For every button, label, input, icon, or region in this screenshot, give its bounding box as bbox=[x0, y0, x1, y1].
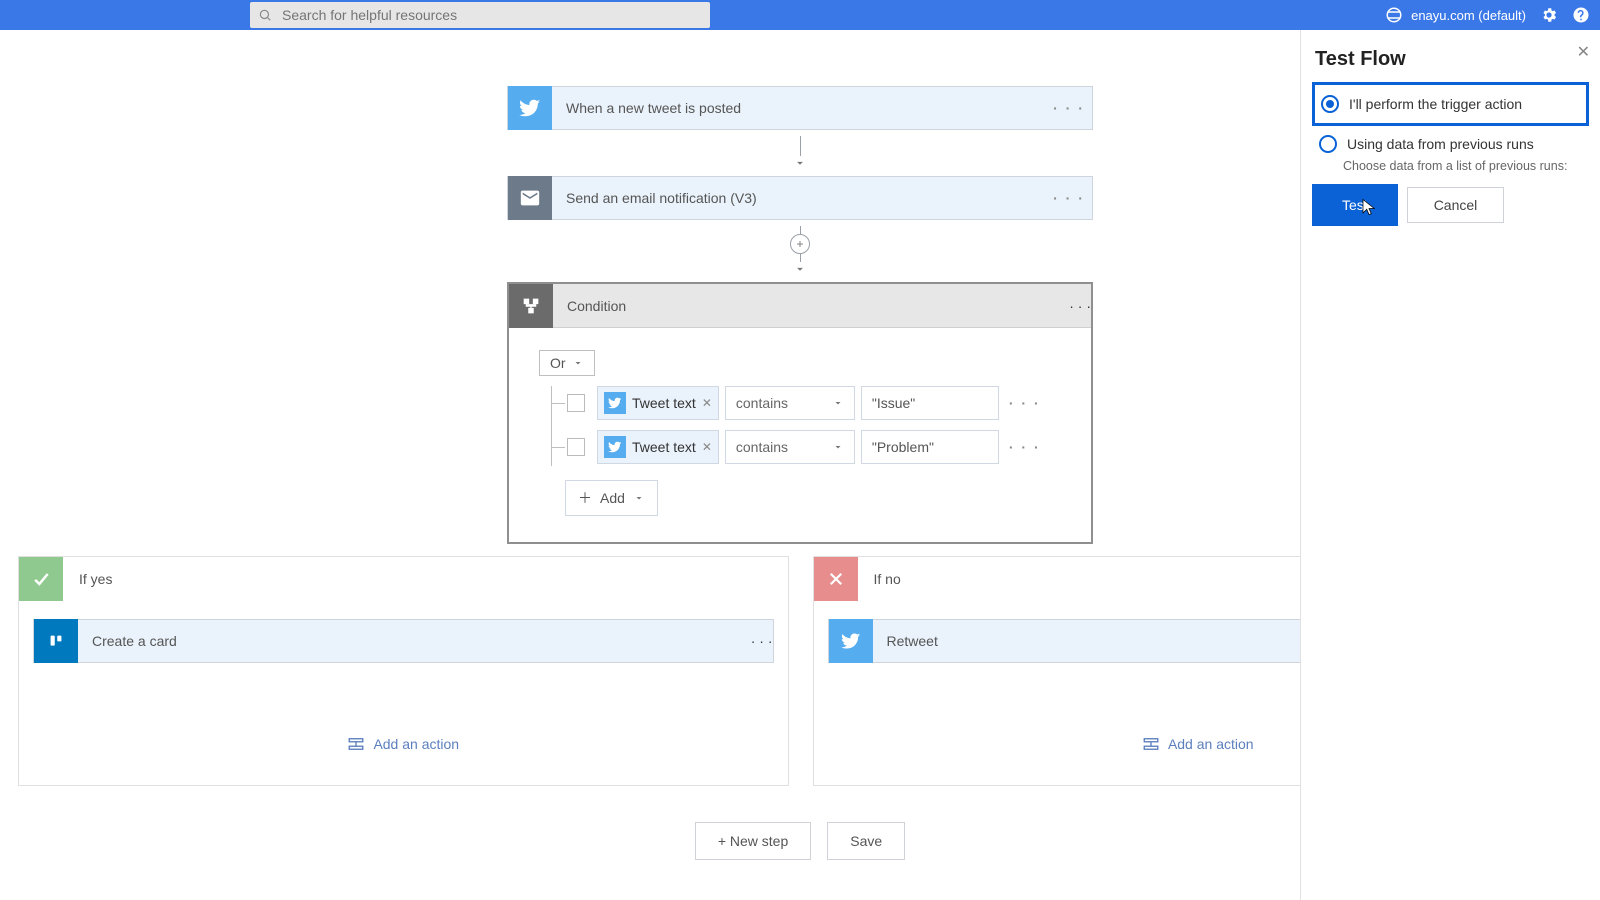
cross-icon bbox=[814, 557, 858, 601]
operator-dropdown[interactable]: contains bbox=[725, 430, 855, 464]
environment-label: enayu.com (default) bbox=[1411, 8, 1526, 23]
top-bar: enayu.com (default) bbox=[0, 0, 1600, 30]
condition-card[interactable]: Condition · · · Or Tweet text ✕ bbox=[507, 282, 1093, 544]
if-no-label: If no bbox=[858, 571, 901, 587]
save-button[interactable]: Save bbox=[827, 822, 905, 860]
group-operator-label: Or bbox=[550, 355, 566, 371]
twitter-icon bbox=[604, 392, 626, 414]
yes-action-title: Create a card bbox=[78, 633, 751, 649]
value-text: "Issue" bbox=[872, 395, 915, 411]
panel-title: Test Flow bbox=[1315, 48, 1586, 71]
chevron-down-icon bbox=[832, 441, 844, 453]
condition-row: Tweet text ✕ contains "Issue" · · · bbox=[539, 386, 1061, 420]
search-input[interactable] bbox=[280, 6, 702, 24]
token-label: Tweet text bbox=[632, 439, 696, 455]
radio-option-previous[interactable]: Using data from previous runs bbox=[1315, 129, 1586, 159]
twitter-icon bbox=[829, 619, 873, 663]
operator-dropdown[interactable]: contains bbox=[725, 386, 855, 420]
twitter-icon bbox=[508, 86, 552, 130]
radio-label: I'll perform the trigger action bbox=[1349, 96, 1522, 112]
mail-icon bbox=[508, 176, 552, 220]
search-icon bbox=[258, 8, 272, 22]
test-flow-panel: ✕ Test Flow I'll perform the trigger act… bbox=[1300, 30, 1600, 900]
yes-action-card[interactable]: Create a card · · · bbox=[33, 619, 774, 663]
if-yes-branch: If yes Create a card · · · Add an action bbox=[18, 556, 789, 786]
check-icon bbox=[19, 557, 63, 601]
card-more-icon[interactable]: · · · bbox=[1046, 190, 1092, 206]
flow-arrow bbox=[507, 136, 1093, 170]
card-more-icon[interactable]: · · · bbox=[1069, 298, 1091, 314]
radio-label: Using data from previous runs bbox=[1347, 136, 1534, 152]
add-action-icon bbox=[347, 735, 365, 753]
settings-icon[interactable] bbox=[1540, 6, 1558, 24]
add-label: Add bbox=[600, 490, 625, 506]
radio-icon bbox=[1319, 135, 1337, 153]
trigger-title: When a new tweet is posted bbox=[552, 100, 1046, 116]
condition-icon bbox=[509, 284, 553, 328]
card-more-icon[interactable]: · · · bbox=[751, 633, 773, 649]
radio-option-manual[interactable]: I'll perform the trigger action bbox=[1317, 89, 1584, 119]
chevron-down-icon bbox=[832, 397, 844, 409]
value-text: "Problem" bbox=[872, 439, 934, 455]
trigger-card[interactable]: When a new tweet is posted · · · bbox=[507, 86, 1093, 130]
environment-icon bbox=[1385, 6, 1403, 24]
condition-title: Condition bbox=[553, 298, 626, 314]
row-checkbox[interactable] bbox=[567, 438, 585, 456]
help-icon[interactable] bbox=[1572, 6, 1590, 24]
search-box[interactable] bbox=[250, 2, 710, 28]
insert-step-button[interactable]: + bbox=[790, 234, 810, 254]
environment-picker[interactable]: enayu.com (default) bbox=[1385, 6, 1526, 24]
condition-row: Tweet text ✕ contains "Problem" · · · bbox=[539, 430, 1061, 464]
if-yes-label: If yes bbox=[63, 571, 112, 587]
test-button[interactable]: Test bbox=[1315, 187, 1395, 223]
cancel-button[interactable]: Cancel bbox=[1407, 187, 1505, 223]
radio-hint: Choose data from a list of previous runs… bbox=[1343, 159, 1586, 173]
group-operator-dropdown[interactable]: Or bbox=[539, 350, 595, 376]
radio-icon bbox=[1321, 95, 1339, 113]
action-title: Send an email notification (V3) bbox=[552, 190, 1046, 206]
value-input[interactable]: "Issue" bbox=[861, 386, 999, 420]
dynamic-token[interactable]: Tweet text ✕ bbox=[597, 386, 719, 420]
action-card-email[interactable]: Send an email notification (V3) · · · bbox=[507, 176, 1093, 220]
add-condition-button[interactable]: ＋ Add bbox=[565, 480, 658, 516]
trello-icon bbox=[34, 619, 78, 663]
add-action-icon bbox=[1142, 735, 1160, 753]
card-more-icon[interactable]: · · · bbox=[1046, 100, 1092, 116]
dynamic-token[interactable]: Tweet text ✕ bbox=[597, 430, 719, 464]
flow-arrow-with-plus: + bbox=[507, 226, 1093, 276]
remove-token-icon[interactable]: ✕ bbox=[702, 396, 712, 410]
token-label: Tweet text bbox=[632, 395, 696, 411]
row-more-icon[interactable]: · · · bbox=[1009, 439, 1041, 455]
chevron-down-icon bbox=[633, 492, 645, 504]
row-checkbox[interactable] bbox=[567, 394, 585, 412]
test-button-label: Test bbox=[1342, 197, 1368, 213]
close-icon[interactable]: ✕ bbox=[1577, 42, 1590, 62]
new-step-button[interactable]: + New step bbox=[695, 822, 811, 860]
row-more-icon[interactable]: · · · bbox=[1009, 395, 1041, 411]
add-action-button[interactable]: Add an action bbox=[33, 735, 774, 753]
chevron-down-icon bbox=[572, 357, 584, 369]
plus-icon: ＋ bbox=[578, 488, 592, 508]
remove-token-icon[interactable]: ✕ bbox=[702, 440, 712, 454]
value-input[interactable]: "Problem" bbox=[861, 430, 999, 464]
twitter-icon bbox=[604, 436, 626, 458]
operator-label: contains bbox=[736, 439, 788, 455]
add-action-label: Add an action bbox=[1168, 736, 1254, 752]
operator-label: contains bbox=[736, 395, 788, 411]
add-action-label: Add an action bbox=[373, 736, 459, 752]
